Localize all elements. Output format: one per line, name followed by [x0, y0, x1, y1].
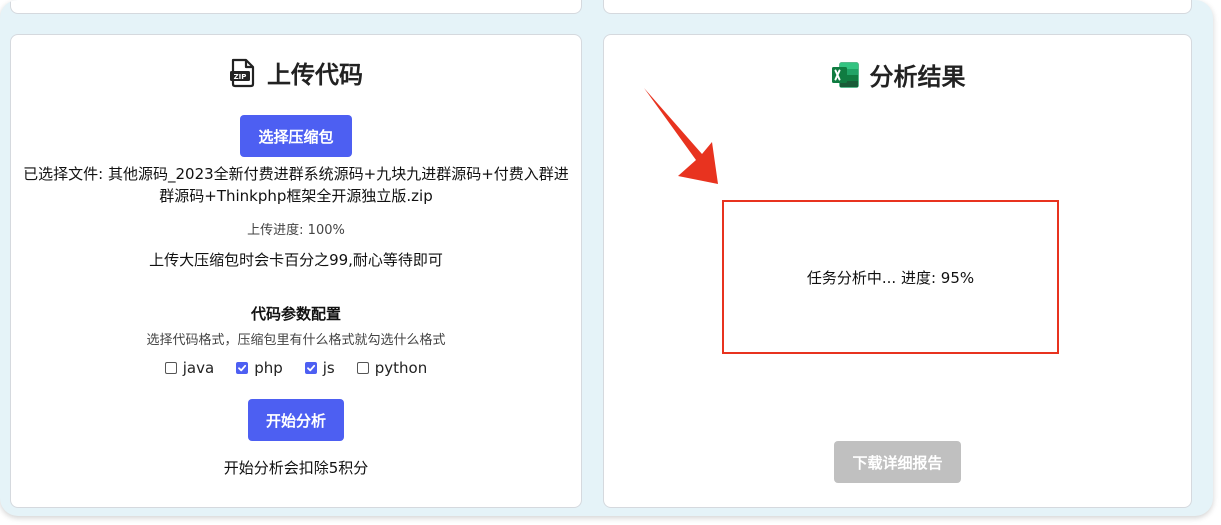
start-note-text: 开始分析会扣除5积分	[223, 459, 369, 477]
checkbox-js-label: js	[322, 359, 335, 377]
analysis-status-box: 任务分析中... 进度: 95%	[722, 200, 1059, 354]
upload-progress-text: 上传进度: 100%	[247, 223, 345, 238]
checkbox-java-label: java	[182, 359, 215, 377]
config-hint: 选择代码格式，压缩包里有什么格式就勾选什么格式	[146, 333, 446, 348]
app-frame: ZIP 上传代码 选择压缩包 已选择文件: 其他源码_2023全新付费进群系统源…	[0, 0, 1213, 516]
svg-text:ZIP: ZIP	[234, 73, 247, 81]
previous-card-right	[603, 0, 1192, 14]
previous-card-left	[10, 0, 582, 14]
checkbox-php-label: php	[254, 359, 283, 377]
download-report-button[interactable]: 下载详细报告	[834, 441, 961, 483]
checkbox-php[interactable]: php	[236, 359, 283, 377]
format-checkbox-group: java php js python	[11, 359, 581, 377]
check-mark-icon	[238, 364, 247, 372]
checkbox-python-label: python	[374, 359, 428, 377]
checkbox-js[interactable]: js	[304, 359, 335, 377]
download-button-row: 下载详细报告	[604, 441, 1191, 483]
result-card-title-text: 分析结果	[869, 63, 966, 91]
analysis-status-text: 任务分析中... 进度: 95%	[806, 268, 975, 287]
checkbox-java[interactable]: java	[164, 359, 215, 377]
excel-icon	[830, 60, 860, 90]
check-mark-icon	[306, 364, 315, 372]
upload-card-title: ZIP 上传代码	[11, 55, 581, 90]
upload-card-title-text: 上传代码	[267, 61, 363, 89]
selected-file-text: 已选择文件: 其他源码_2023全新付费进群系统源码+九块九进群源码+付费入群进…	[23, 165, 569, 205]
checkbox-js-box[interactable]	[304, 362, 317, 374]
checkbox-python-box[interactable]	[356, 362, 369, 374]
upload-note-text: 上传大压缩包时会卡百分之99,耐心等待即可	[149, 251, 443, 269]
checkbox-java-box[interactable]	[164, 362, 177, 374]
checkbox-php-box[interactable]	[236, 362, 249, 374]
checkbox-python[interactable]: python	[356, 359, 428, 377]
red-arrow-annotation-icon	[644, 88, 718, 184]
upload-card: ZIP 上传代码 选择压缩包 已选择文件: 其他源码_2023全新付费进群系统源…	[10, 34, 582, 508]
start-button-row: 开始分析	[11, 399, 581, 441]
select-zip-button[interactable]: 选择压缩包	[240, 115, 352, 157]
start-analysis-button[interactable]: 开始分析	[247, 399, 344, 441]
select-button-row: 选择压缩包	[11, 115, 581, 157]
zip-file-icon: ZIP	[229, 58, 257, 88]
config-title: 代码参数配置	[250, 305, 341, 323]
